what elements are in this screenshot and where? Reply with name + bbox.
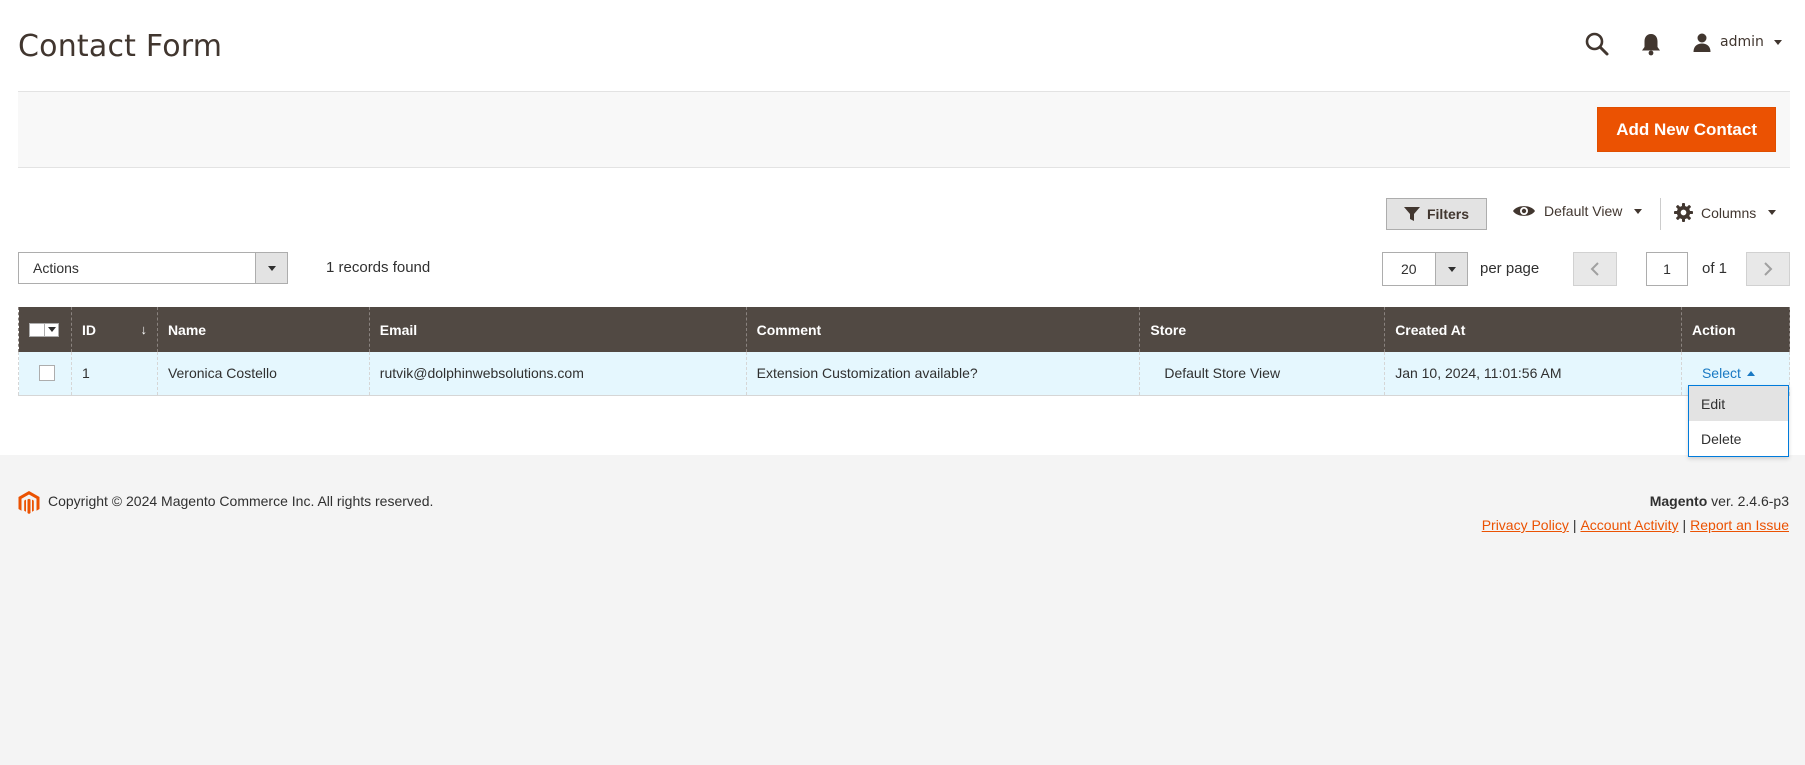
per-page-select[interactable]: 20	[1382, 252, 1468, 286]
link-separator: |	[1682, 517, 1687, 533]
mass-select-header	[18, 307, 72, 352]
column-header-email[interactable]: Email	[368, 307, 747, 352]
add-new-contact-button[interactable]: Add New Contact	[1597, 107, 1776, 152]
column-header-label: Created At	[1395, 321, 1466, 338]
search-icon[interactable]	[1584, 31, 1610, 57]
store-value: Default Store View	[1164, 365, 1281, 382]
filter-icon	[1403, 206, 1420, 221]
cell-comment: Extension Customization available?	[745, 352, 1141, 396]
table-row[interactable]: 1 Veronica Costello rutvik@dolphinwebsol…	[18, 352, 1791, 396]
chevron-down-icon	[1435, 253, 1467, 285]
contacts-grid: ID ↓ Name Email Comment Store Created At …	[18, 307, 1791, 396]
filters-label: Filters	[1426, 206, 1469, 222]
chevron-down-icon	[1634, 208, 1643, 214]
previous-page-button[interactable]	[1573, 252, 1617, 286]
mass-actions-label: Actions	[33, 260, 79, 276]
per-page-label: per page	[1480, 260, 1540, 277]
per-page-value: 20	[1401, 261, 1417, 277]
column-header-label: Store	[1150, 321, 1187, 338]
cell-id: 1	[70, 352, 158, 396]
admin-user-menu[interactable]: admin	[1692, 30, 1782, 54]
columns-dropdown[interactable]: Columns	[1674, 203, 1777, 222]
column-header-created-at[interactable]: Created At	[1384, 307, 1682, 352]
report-issue-link[interactable]: Report an Issue	[1690, 517, 1789, 533]
eye-icon	[1513, 206, 1535, 216]
version-number: ver. 2.4.6-p3	[1707, 493, 1789, 509]
total-pages: of 1	[1702, 260, 1728, 277]
cell-email: rutvik@dolphinwebsolutions.com	[368, 352, 747, 396]
next-page-button[interactable]	[1746, 252, 1790, 286]
privacy-policy-link[interactable]: Privacy Policy	[1482, 517, 1569, 533]
admin-username: admin	[1720, 34, 1764, 50]
account-activity-link[interactable]: Account Activity	[1580, 517, 1678, 533]
column-header-name[interactable]: Name	[156, 307, 370, 352]
filters-button[interactable]: Filters	[1386, 198, 1487, 230]
action-menu-edit[interactable]: Edit	[1689, 386, 1788, 421]
page-number-input[interactable]: 1	[1646, 252, 1688, 286]
records-found: 1 records found	[326, 259, 431, 276]
chevron-left-icon	[1590, 262, 1599, 276]
chevron-down-icon	[255, 253, 287, 283]
column-header-action: Action	[1680, 307, 1791, 352]
main-content: Contact Form admin Add New Contact Filte…	[0, 0, 1805, 457]
column-header-label: Comment	[756, 321, 822, 338]
cell-created-at: Jan 10, 2024, 11:01:56 AM	[1384, 352, 1682, 396]
bell-icon[interactable]	[1640, 32, 1662, 56]
user-icon	[1693, 33, 1711, 52]
row-action-menu: Edit Delete	[1688, 385, 1789, 457]
gear-icon	[1674, 203, 1693, 222]
default-view-dropdown[interactable]: Default View	[1512, 203, 1643, 219]
grid-header-row: ID ↓ Name Email Comment Store Created At …	[18, 307, 1791, 352]
toolbar-divider	[1660, 198, 1661, 230]
product-name: Magento	[1649, 493, 1708, 509]
column-header-id[interactable]: ID ↓	[70, 307, 158, 352]
column-header-label: ID	[81, 321, 96, 338]
magento-logo-icon	[18, 491, 40, 514]
chevron-down-icon	[1768, 210, 1777, 215]
column-header-comment[interactable]: Comment	[745, 307, 1141, 352]
column-header-label: Name	[167, 321, 207, 338]
column-header-label: Action	[1691, 321, 1736, 338]
mass-select-checkbox[interactable]	[29, 322, 61, 337]
chevron-down-icon	[1773, 39, 1782, 45]
sort-arrow-down-icon: ↓	[140, 322, 147, 337]
row-action-select[interactable]: Select	[1702, 365, 1755, 381]
footer-links: Privacy Policy | Account Activity | Report a…	[1482, 517, 1789, 533]
copyright-text: Copyright © 2024 Magento Commerce Inc. A…	[48, 493, 434, 509]
chevron-down-icon	[45, 322, 59, 337]
page-actions-bar: Add New Contact	[18, 91, 1790, 168]
chevron-right-icon	[1764, 262, 1773, 276]
default-view-label: Default View	[1544, 203, 1623, 219]
link-separator: |	[1572, 517, 1577, 533]
cell-name: Veronica Costello	[156, 352, 370, 396]
columns-label: Columns	[1701, 204, 1757, 221]
version-info: Magento ver. 2.4.6-p3	[1650, 493, 1789, 509]
action-menu-delete[interactable]: Delete	[1689, 421, 1788, 456]
cell-store: Default Store View	[1139, 352, 1386, 396]
row-select-cell	[18, 352, 72, 396]
row-checkbox[interactable]	[39, 365, 55, 382]
mass-actions-select[interactable]: Actions	[18, 252, 288, 284]
column-header-store[interactable]: Store	[1139, 307, 1386, 352]
column-header-label: Email	[379, 321, 418, 338]
chevron-up-icon	[1746, 370, 1755, 376]
row-action-label: Select	[1701, 365, 1741, 382]
page-title: Contact Form	[18, 29, 223, 64]
